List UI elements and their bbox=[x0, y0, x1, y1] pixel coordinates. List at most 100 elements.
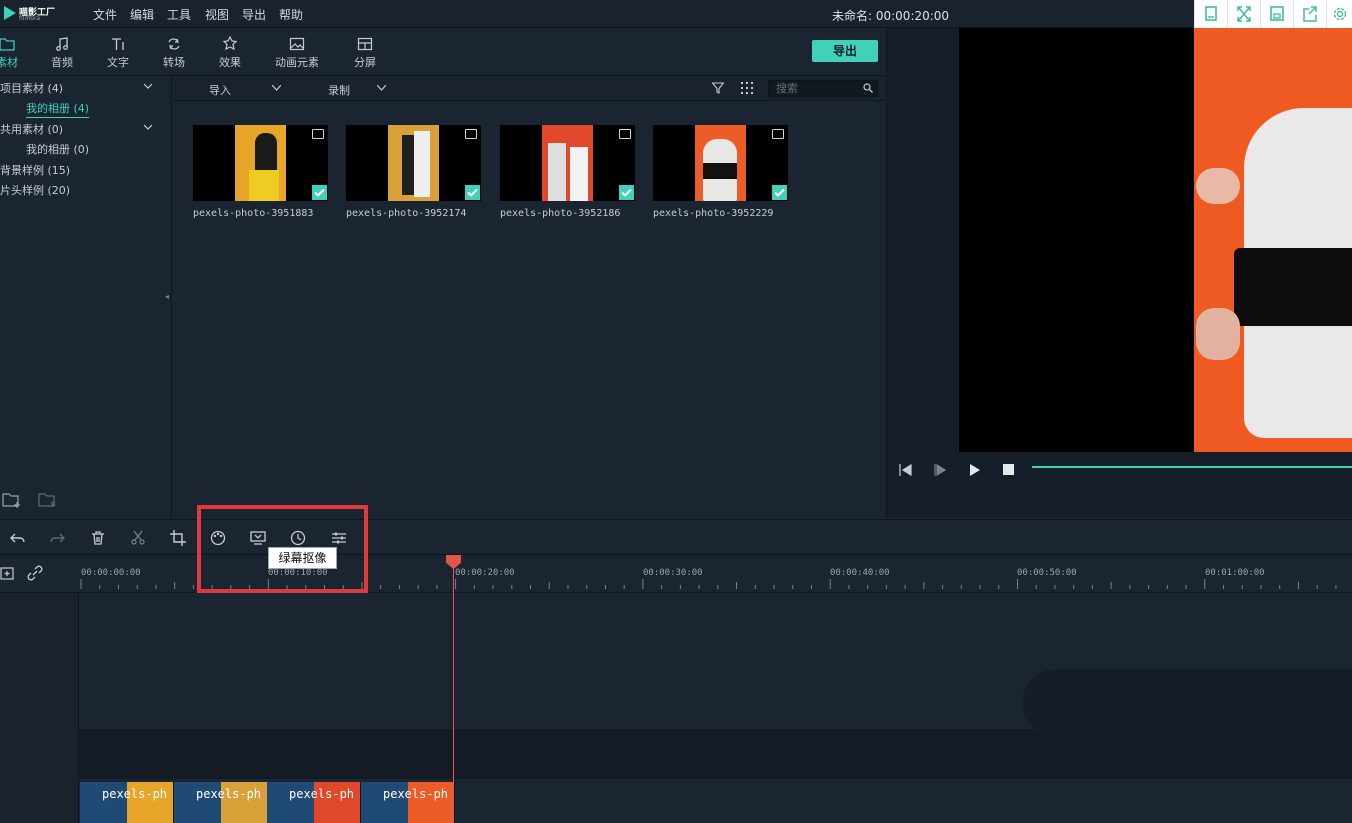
timeline-clip[interactable]: pexels-ph bbox=[80, 782, 174, 823]
checkmark-icon bbox=[772, 185, 787, 200]
record-dropdown[interactable]: 录制 bbox=[328, 82, 350, 98]
chevron-down-icon[interactable] bbox=[272, 85, 281, 91]
media-toolbar: 导入 录制 搜索 bbox=[173, 76, 885, 101]
settings-icon bbox=[1333, 7, 1347, 21]
tab-audio[interactable]: 音频 bbox=[37, 36, 87, 70]
chevron-down-icon[interactable] bbox=[144, 123, 152, 131]
playback-controls bbox=[887, 452, 1352, 518]
tab-text[interactable]: 文字 bbox=[93, 36, 143, 70]
media-thumbnail[interactable] bbox=[500, 125, 635, 201]
tab-split-screen[interactable]: 分屏 bbox=[340, 36, 390, 70]
image-element-icon bbox=[289, 37, 305, 51]
photo-preview bbox=[695, 125, 746, 201]
crop-icon[interactable] bbox=[170, 530, 186, 546]
tab-split-screen-label: 分屏 bbox=[354, 56, 376, 69]
play-icon[interactable] bbox=[969, 464, 981, 476]
media-thumbnail[interactable] bbox=[653, 125, 788, 201]
undo-icon[interactable] bbox=[10, 530, 26, 546]
menu-tools[interactable]: 工具 bbox=[167, 6, 191, 23]
fullscreen-button[interactable] bbox=[1227, 0, 1260, 28]
green-screen-tooltip: 绿幕抠像 bbox=[268, 547, 337, 569]
clip-label: pexels-ph bbox=[196, 787, 262, 801]
grid-view-icon[interactable] bbox=[741, 82, 753, 94]
text-icon bbox=[112, 38, 124, 50]
folder-icon bbox=[0, 38, 15, 51]
sidebar-item-my-album-selected[interactable]: 我的相册 (4) bbox=[26, 100, 90, 118]
add-track-icon[interactable] bbox=[0, 565, 16, 581]
image-type-icon bbox=[619, 129, 631, 139]
image-type-icon bbox=[465, 129, 477, 139]
sidebar-item-intro-samples[interactable]: 片头样例 (20) bbox=[0, 182, 70, 198]
save-button[interactable] bbox=[1260, 0, 1293, 28]
collapse-arrow-icon[interactable]: ◂ bbox=[165, 292, 169, 301]
tab-transition[interactable]: 转场 bbox=[149, 36, 199, 70]
menu-export[interactable]: 导出 bbox=[242, 6, 266, 23]
fullscreen-icon bbox=[1237, 6, 1251, 22]
media-filename: pexels-photo-3952174 bbox=[346, 208, 467, 219]
search-icon[interactable] bbox=[863, 83, 873, 93]
bookmark-button[interactable] bbox=[1194, 0, 1227, 28]
filter-icon[interactable] bbox=[712, 82, 724, 94]
preview-canvas bbox=[959, 28, 1352, 452]
tab-elements[interactable]: 动画元素 bbox=[267, 36, 327, 70]
timeline-clip[interactable]: pexels-ph bbox=[361, 782, 455, 823]
media-thumbnail[interactable] bbox=[346, 125, 481, 201]
clip-label: pexels-ph bbox=[102, 787, 168, 801]
media-filename: pexels-photo-3951883 bbox=[193, 208, 314, 219]
chevron-down-icon[interactable] bbox=[377, 85, 386, 91]
effects-icon bbox=[222, 36, 238, 51]
tick-label: 00:00:50:00 bbox=[1017, 568, 1077, 578]
image-type-icon bbox=[772, 129, 784, 139]
link-icon[interactable] bbox=[27, 565, 43, 581]
checkmark-icon bbox=[312, 185, 327, 200]
tick-label: 00:00:00:00 bbox=[81, 568, 141, 578]
app-logo: 喵影工厂 filmora bbox=[2, 4, 60, 24]
new-folder-icon[interactable] bbox=[2, 492, 22, 508]
tick-label: 00:00:30:00 bbox=[643, 568, 703, 578]
tick-label: 00:01:00:00 bbox=[1205, 568, 1265, 578]
cut-icon[interactable] bbox=[130, 530, 146, 546]
chevron-down-icon[interactable] bbox=[144, 82, 152, 90]
playhead-line bbox=[453, 560, 454, 823]
settings-button[interactable] bbox=[1326, 0, 1352, 28]
sidebar-item-shared-media[interactable]: 共用素材 (0) bbox=[0, 121, 63, 137]
checkmark-icon bbox=[619, 185, 634, 200]
transition-icon bbox=[168, 38, 180, 50]
sidebar-item-project-media[interactable]: 项目素材 (4) bbox=[0, 80, 63, 96]
menu-file[interactable]: 文件 bbox=[93, 6, 117, 23]
delete-icon[interactable] bbox=[90, 530, 106, 546]
share-button[interactable] bbox=[1293, 0, 1326, 28]
split-screen-icon bbox=[357, 37, 373, 51]
import-dropdown[interactable]: 导入 bbox=[209, 82, 231, 98]
logo-mark-icon bbox=[4, 6, 16, 20]
tab-text-label: 文字 bbox=[107, 56, 129, 69]
tab-media[interactable]: 素材 bbox=[0, 36, 32, 70]
export-button[interactable]: 导出 bbox=[812, 40, 878, 62]
sidebar-item-my-album[interactable]: 我的相册 (0) bbox=[26, 141, 89, 157]
menu-help[interactable]: 帮助 bbox=[279, 6, 303, 23]
previous-frame-icon[interactable] bbox=[899, 464, 913, 476]
project-title: 未命名: 00:00:20:00 bbox=[832, 9, 950, 23]
floating-panel-shadow bbox=[1022, 669, 1352, 737]
save-icon bbox=[1270, 6, 1284, 21]
tab-effects[interactable]: 效果 bbox=[205, 36, 255, 70]
image-type-icon bbox=[312, 129, 324, 139]
media-panel: 导入 录制 搜索 pexels-photo-3951883 pexels-pho… bbox=[173, 76, 885, 518]
tick-label: 00:00:40:00 bbox=[830, 568, 890, 578]
timeline-clip[interactable]: pexels-ph bbox=[174, 782, 268, 823]
redo-icon[interactable] bbox=[49, 530, 65, 546]
search-input[interactable]: 搜索 bbox=[768, 80, 878, 97]
menu-edit[interactable]: 编辑 bbox=[130, 6, 154, 23]
tab-audio-label: 音频 bbox=[51, 56, 73, 69]
media-filename: pexels-photo-3952229 bbox=[653, 208, 774, 219]
delete-folder-icon[interactable] bbox=[38, 492, 58, 508]
media-thumbnail[interactable] bbox=[193, 125, 328, 201]
sidebar-item-background-samples[interactable]: 背景样例 (15) bbox=[0, 162, 70, 178]
timeline-clip[interactable]: pexels-ph bbox=[267, 782, 361, 823]
playback-progress-bar[interactable] bbox=[1032, 466, 1352, 468]
tab-media-label: 素材 bbox=[0, 56, 18, 69]
clip-label: pexels-ph bbox=[383, 787, 449, 801]
stop-icon[interactable] bbox=[1003, 464, 1015, 476]
next-frame-icon[interactable] bbox=[933, 464, 947, 476]
menu-view[interactable]: 视图 bbox=[205, 6, 229, 23]
